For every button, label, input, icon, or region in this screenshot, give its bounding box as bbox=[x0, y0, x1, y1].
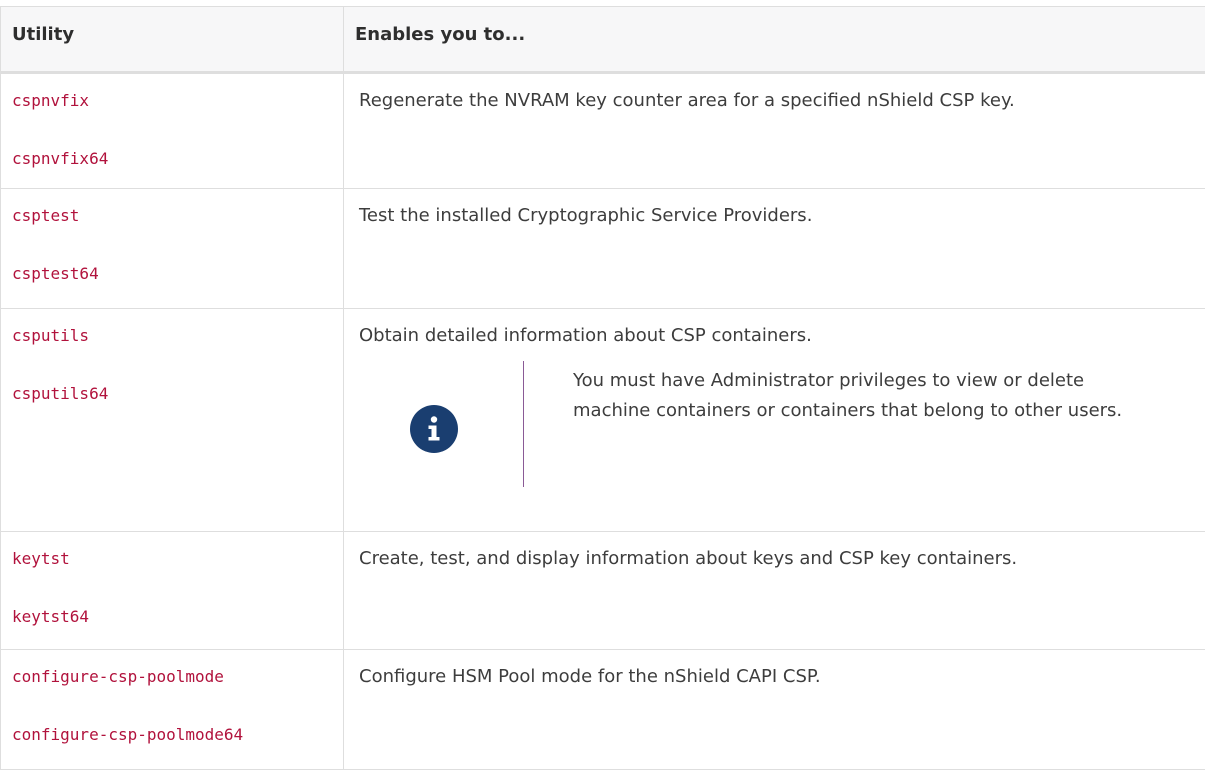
info-icon bbox=[410, 405, 458, 453]
header-utility: Utility bbox=[0, 6, 344, 74]
description-cell: Create, test, and display information ab… bbox=[343, 531, 1205, 650]
table-row: csptest csptest64 Test the installed Cry… bbox=[0, 188, 1205, 309]
description-cell: Regenerate the NVRAM key counter area fo… bbox=[343, 72, 1205, 189]
utility-cell: csputils csputils64 bbox=[0, 308, 344, 532]
table-row: configure-csp-poolmode configure-csp-poo… bbox=[0, 649, 1205, 770]
note-divider bbox=[523, 361, 524, 487]
description-cell: Test the installed Cryptographic Service… bbox=[343, 188, 1205, 309]
table-header: Utility Enables you to... bbox=[0, 6, 1205, 74]
utility-name: keytst64 bbox=[12, 607, 90, 626]
header-enables: Enables you to... bbox=[343, 6, 1205, 74]
utility-name: cspnvfix64 bbox=[12, 149, 109, 168]
utility-name: keytst bbox=[12, 549, 70, 568]
utility-name: csptest bbox=[12, 206, 80, 225]
utility-name: configure-csp-poolmode64 bbox=[12, 725, 244, 744]
utility-cell: keytst keytst64 bbox=[0, 531, 344, 650]
description-text: Obtain detailed information about CSP co… bbox=[359, 325, 812, 346]
utility-name: csptest64 bbox=[12, 264, 99, 283]
description-cell: Configure HSM Pool mode for the nShield … bbox=[343, 649, 1205, 770]
table-row: keytst keytst64 Create, test, and displa… bbox=[0, 531, 1205, 650]
utility-cell: configure-csp-poolmode configure-csp-poo… bbox=[0, 649, 344, 770]
admin-note: You must have Administrator privileges t… bbox=[359, 361, 1196, 487]
table-row: cspnvfix cspnvfix64 Regenerate the NVRAM… bbox=[0, 72, 1205, 189]
utility-name: csputils64 bbox=[12, 384, 109, 403]
description-text: Configure HSM Pool mode for the nShield … bbox=[359, 666, 821, 687]
utility-name: cspnvfix bbox=[12, 91, 90, 110]
description-cell: Obtain detailed information about CSP co… bbox=[343, 308, 1205, 532]
utility-cell: cspnvfix cspnvfix64 bbox=[0, 72, 344, 189]
header-row: Utility Enables you to... bbox=[0, 6, 1205, 74]
description-text: Test the installed Cryptographic Service… bbox=[359, 205, 813, 226]
table-body: cspnvfix cspnvfix64 Regenerate the NVRAM… bbox=[0, 72, 1205, 770]
note-text: You must have Administrator privileges t… bbox=[573, 370, 1123, 421]
description-text: Create, test, and display information ab… bbox=[359, 548, 1018, 569]
utility-name: configure-csp-poolmode bbox=[12, 667, 224, 686]
description-text: Regenerate the NVRAM key counter area fo… bbox=[359, 90, 1015, 111]
utility-name: csputils bbox=[12, 326, 90, 345]
utilities-table: Utility Enables you to... cspnvfix cspnv… bbox=[0, 6, 1205, 770]
table-row: csputils csputils64 Obtain detailed info… bbox=[0, 308, 1205, 532]
utility-cell: csptest csptest64 bbox=[0, 188, 344, 309]
